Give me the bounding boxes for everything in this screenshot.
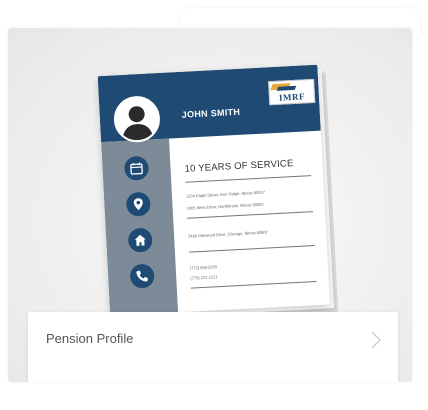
logo-text: IMRF bbox=[278, 91, 306, 103]
address-line-1: 1234 Eagle Street, Burr Ridge, Illinois … bbox=[185, 189, 265, 199]
pension-profile-card[interactable]: JOHN SMITH IMRF 10 YEARS OF SERVICE 1234… bbox=[8, 28, 412, 382]
phone-line-1: (773) 555-5555 bbox=[189, 264, 218, 271]
imrf-logo: IMRF bbox=[268, 78, 316, 106]
chevron-right-icon[interactable] bbox=[368, 328, 384, 352]
address-line-2: 1905 West Drive, Northbrook, Illinois 60… bbox=[186, 201, 264, 211]
card-footer[interactable]: Pension Profile bbox=[28, 312, 398, 382]
card-title: Pension Profile bbox=[46, 331, 134, 346]
service-headline: 10 YEARS OF SERVICE bbox=[184, 158, 294, 175]
address-line-3: 2468 Oakwood Drive, Chicago, Illinois 60… bbox=[187, 229, 268, 239]
business-card: JOHN SMITH IMRF 10 YEARS OF SERVICE 1234… bbox=[97, 64, 330, 316]
phone-line-2: (773) 222-1221 bbox=[190, 274, 218, 281]
business-card-illustration: JOHN SMITH IMRF 10 YEARS OF SERVICE 1234… bbox=[97, 64, 341, 326]
